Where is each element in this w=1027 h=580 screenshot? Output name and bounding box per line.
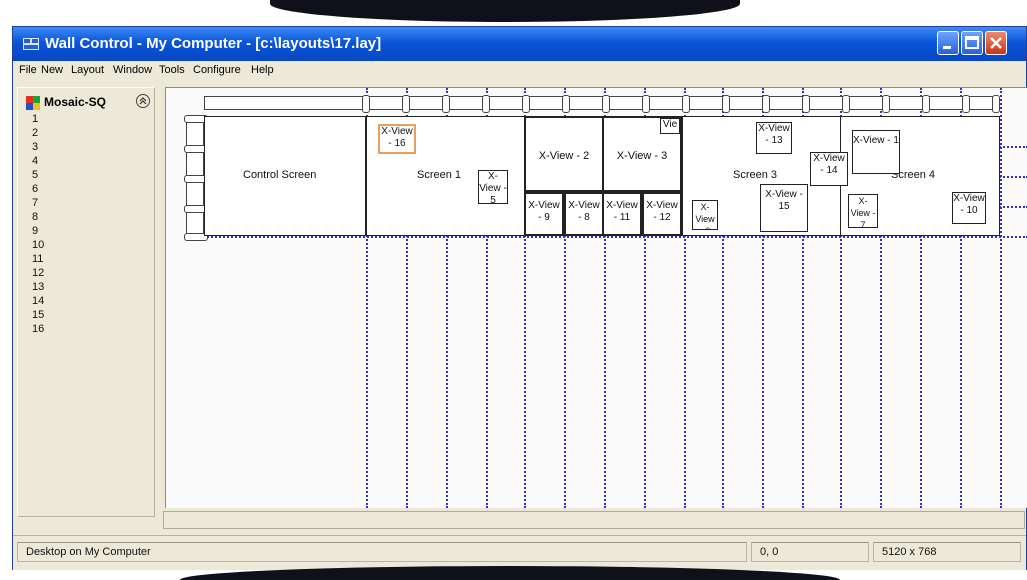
xview-1[interactable]: X-View - 1	[852, 130, 900, 174]
mosaic-panel: Mosaic-SQ 1 2 3 4 5 6 7 8 9 10 11 12 13 …	[17, 87, 155, 517]
grid-line	[196, 236, 1027, 238]
xview-8[interactable]: X-View - 8	[564, 192, 604, 236]
xview-9[interactable]: X-View - 9	[524, 192, 564, 236]
status-coordinates: 0, 0	[751, 542, 869, 562]
maximize-icon	[965, 36, 979, 49]
layout-canvas[interactable]: Control Screen Screen 1 Screen 3 Screen …	[165, 87, 1027, 508]
minimize-icon	[943, 46, 951, 49]
horizontal-ruler[interactable]	[204, 95, 1000, 113]
horizontal-scrollbar[interactable]	[163, 511, 1025, 529]
minimize-button[interactable]	[937, 31, 959, 55]
list-item[interactable]: 13	[32, 280, 44, 294]
ruler-handle[interactable]	[482, 95, 490, 113]
screen-label: Control Screen	[243, 169, 317, 181]
close-button[interactable]	[985, 31, 1007, 55]
list-item[interactable]: 10	[32, 238, 44, 252]
menu-layout[interactable]: Layout	[71, 64, 104, 76]
menu-configure[interactable]: Configure	[193, 64, 241, 76]
ruler-handle[interactable]	[722, 95, 730, 113]
ruler-handle[interactable]	[682, 95, 690, 113]
list-item[interactable]: 11	[32, 252, 44, 266]
close-icon	[990, 37, 1002, 49]
xview-12[interactable]: X-View - 12	[642, 192, 682, 236]
list-item[interactable]: 6	[32, 182, 44, 196]
ruler-handle[interactable]	[402, 95, 410, 113]
ruler-handle[interactable]	[962, 95, 970, 113]
xview-3-label[interactable]: Vie	[660, 118, 680, 134]
maximize-button[interactable]	[961, 31, 983, 55]
title-bar[interactable]: Wall Control - My Computer - [c:\layouts…	[13, 27, 1026, 61]
list-item[interactable]: 8	[32, 210, 44, 224]
menu-help[interactable]: Help	[251, 64, 274, 76]
xview-16[interactable]: X-View - 16	[378, 124, 416, 154]
ruler-handle[interactable]	[362, 95, 370, 113]
xview-13[interactable]: X-View - 13	[756, 122, 792, 154]
main-window: Wall Control - My Computer - [c:\layouts…	[12, 26, 1027, 570]
xview-10[interactable]: X-View - 10	[952, 192, 986, 224]
ruler-handle[interactable]	[442, 95, 450, 113]
desktop-background-top	[270, 0, 740, 22]
xview-2[interactable]: X-View - 2	[524, 116, 604, 192]
mosaic-title: Mosaic-SQ	[44, 95, 107, 109]
status-message: Desktop on My Computer	[17, 542, 747, 562]
xview-7[interactable]: X-View - 7	[848, 194, 878, 228]
list-item[interactable]: 12	[32, 266, 44, 280]
xview-5[interactable]: X-View - 5	[478, 170, 508, 204]
ruler-handle[interactable]	[842, 95, 850, 113]
list-item[interactable]: 15	[32, 308, 44, 322]
list-item[interactable]: 16	[32, 322, 44, 336]
xview-6[interactable]: X-View - 6	[692, 200, 718, 230]
ruler-handle[interactable]	[802, 95, 810, 113]
screen-label: Screen 1	[417, 169, 462, 181]
ruler-handle[interactable]	[762, 95, 770, 113]
app-icon	[23, 38, 39, 50]
menu-tools[interactable]: Tools	[159, 64, 185, 76]
list-item[interactable]: 5	[32, 168, 44, 182]
xview-14[interactable]: X-View - 14	[810, 152, 848, 186]
screen-label: Screen 3	[733, 169, 778, 181]
display-number-list: 1 2 3 4 5 6 7 8 9 10 11 12 13 14 15 16	[32, 112, 44, 336]
menu-window[interactable]: Window	[113, 64, 152, 76]
mosaic-logo-icon	[26, 96, 40, 110]
ruler-handle[interactable]	[562, 95, 570, 113]
status-bar: Desktop on My Computer 0, 0 5120 x 768	[13, 535, 1026, 570]
list-item[interactable]: 2	[32, 126, 44, 140]
list-item[interactable]: 7	[32, 196, 44, 210]
ruler-handle[interactable]	[642, 95, 650, 113]
vertical-ruler[interactable]	[184, 115, 208, 241]
list-item[interactable]: 1	[32, 112, 44, 126]
menu-new[interactable]: New	[41, 64, 63, 76]
list-item[interactable]: 4	[32, 154, 44, 168]
status-resolution: 5120 x 768	[873, 542, 1021, 562]
list-item[interactable]: 3	[32, 140, 44, 154]
ruler-handle[interactable]	[922, 95, 930, 113]
xview-15[interactable]: X-View - 15	[760, 184, 808, 232]
double-chevron-up-icon[interactable]	[136, 94, 150, 108]
grid-line	[1000, 88, 1002, 508]
control-screen[interactable]: Control Screen	[204, 116, 366, 236]
menu-file[interactable]: File	[19, 64, 37, 76]
xview-11[interactable]: X-View - 11	[602, 192, 642, 236]
ruler-handle[interactable]	[602, 95, 610, 113]
chevron-up-icon	[139, 97, 147, 105]
list-item[interactable]: 9	[32, 224, 44, 238]
list-item[interactable]: 14	[32, 294, 44, 308]
ruler-handle[interactable]	[992, 95, 1000, 113]
menu-bar: File New Layout Window Tools Configure H…	[13, 61, 1026, 83]
ruler-handle[interactable]	[882, 95, 890, 113]
ruler-handle[interactable]	[522, 95, 530, 113]
window-title: Wall Control - My Computer - [c:\layouts…	[45, 35, 382, 52]
